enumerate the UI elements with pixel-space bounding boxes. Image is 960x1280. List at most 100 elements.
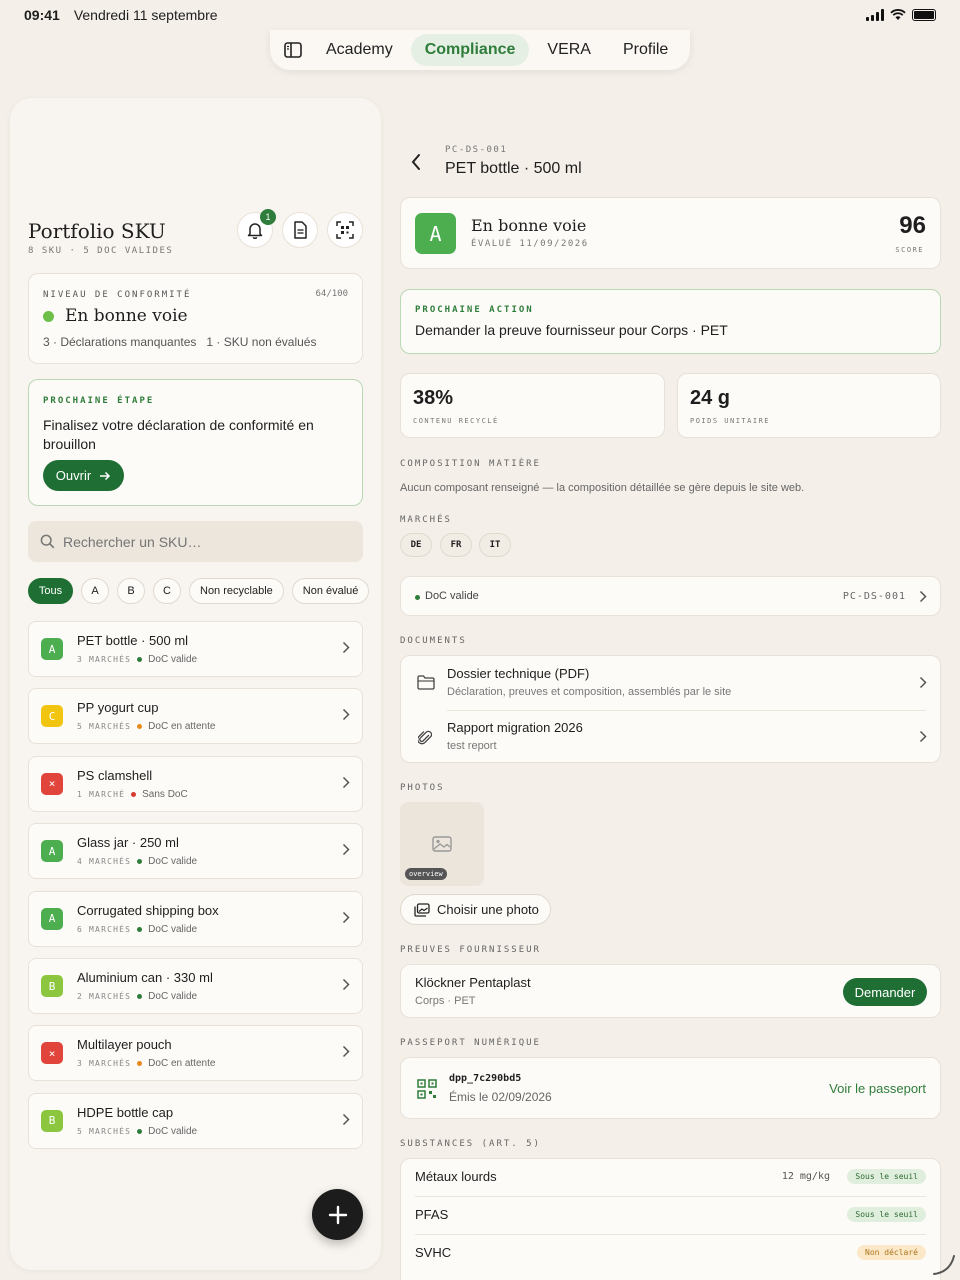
sku-doc-status: DoC valide xyxy=(148,923,198,935)
metric-weight-label: POIDS UNITAIRE xyxy=(690,417,771,425)
substance-row: SVHC Non déclaré xyxy=(401,1235,940,1273)
status-date: Vendredi 11 septembre xyxy=(73,7,218,23)
signal-icon xyxy=(866,9,884,21)
photo-thumbnail[interactable]: overview xyxy=(400,802,484,886)
grade-badge: B xyxy=(41,975,63,997)
tab-compliance[interactable]: Compliance xyxy=(410,34,530,66)
doc-status-row[interactable]: DoC valide PC-DS-001 xyxy=(400,576,941,616)
doc-status: DoC valide xyxy=(425,590,479,602)
composition-text: Aucun composant renseigné — la compositi… xyxy=(400,482,805,494)
sku-row[interactable]: × PS clamshell 1 MARCHÉ Sans DoC xyxy=(28,755,363,812)
sku-name: PP yogurt cup xyxy=(77,700,159,716)
documents-card: Dossier technique (PDF) Déclaration, pre… xyxy=(400,655,941,763)
sku-meta: 1 MARCHÉ Sans DoC xyxy=(77,789,188,800)
threshold-pill: Sous le seuil xyxy=(847,1169,926,1184)
choose-photo-button[interactable]: Choisir une photo xyxy=(400,894,551,925)
sku-row[interactable]: B HDPE bottle cap 5 MARCHÉS DoC valide xyxy=(28,1092,363,1149)
tab-academy[interactable]: Academy xyxy=(312,34,407,66)
market-chip: DE xyxy=(400,533,432,557)
status-bar: 09:41 Vendredi 11 septembre xyxy=(0,0,960,30)
back-chevron-icon[interactable] xyxy=(410,153,422,171)
sku-row[interactable]: × Multilayer pouch 3 MARCHÉS DoC en attente xyxy=(28,1025,363,1082)
metric-recycled-value: 38% xyxy=(413,387,454,409)
photos-icon xyxy=(414,902,430,917)
chevron-right-icon xyxy=(342,1113,350,1125)
compliance-stats: 3 · Déclarations manquantes 1 · SKU non … xyxy=(43,335,317,349)
status-dot xyxy=(131,791,137,797)
detail-state: En bonne voie xyxy=(471,216,587,235)
passport-issued: Émis le 02/09/2026 xyxy=(449,1090,552,1104)
sku-doc-status: DoC en attente xyxy=(148,1058,216,1070)
grade-badge: A xyxy=(41,638,63,660)
filter-non-evaluated[interactable]: Non évalué xyxy=(291,578,370,604)
document-row[interactable]: Dossier technique (PDF) Déclaration, pre… xyxy=(401,656,940,710)
sku-row[interactable]: A Corrugated shipping box 6 MARCHÉS DoC val… xyxy=(28,890,363,947)
status-dot xyxy=(137,1061,143,1067)
search-input[interactable] xyxy=(63,533,343,550)
grade-badge: × xyxy=(41,1042,63,1065)
filter-all[interactable]: Tous xyxy=(28,578,73,604)
sku-row[interactable]: C PP yogurt cup 5 MARCHÉS DoC en attente xyxy=(28,688,363,745)
detail-title: PET bottle · 500 ml xyxy=(445,160,582,177)
notifications-button[interactable]: 1 xyxy=(237,209,276,248)
substance-name: Métaux lourds xyxy=(415,1169,497,1184)
sku-meta: 6 MARCHÉS DoC valide xyxy=(77,924,197,935)
next-step-kicker: PROCHAINE ÉTAPE xyxy=(43,396,155,406)
chevron-right-icon xyxy=(342,978,350,991)
tab-vera[interactable]: VERA xyxy=(533,34,605,66)
resize-handle-icon[interactable] xyxy=(932,1252,956,1276)
sku-search[interactable] xyxy=(28,521,363,562)
market-chip: FR xyxy=(440,533,472,557)
bell-icon xyxy=(247,223,263,239)
sku-markets: 6 MARCHÉS xyxy=(77,924,132,934)
tab-profile[interactable]: Profile xyxy=(609,34,682,66)
sidebar-toggle-icon[interactable] xyxy=(284,36,302,64)
sku-name: Glass jar · 250 ml xyxy=(77,835,179,851)
sku-name: PS clamshell xyxy=(77,767,153,783)
chevron-right-icon xyxy=(342,911,350,923)
documents-button[interactable] xyxy=(282,212,318,248)
top-navigation: Academy Compliance VERA Profile xyxy=(270,30,690,70)
status-time: 09:41 xyxy=(24,7,60,23)
battery-icon xyxy=(912,9,936,21)
add-sku-button[interactable] xyxy=(312,1189,363,1240)
qr-scan-icon xyxy=(336,221,354,239)
grade-badge: A xyxy=(415,213,456,254)
passport-card: dpp_7c290bd5 Émis le 02/09/2026 Voir le … xyxy=(400,1057,941,1119)
sku-row[interactable]: B Aluminium can · 330 ml 2 MARCHÉS DoC vali… xyxy=(28,958,363,1014)
documents-label: DOCUMENTS xyxy=(400,636,467,646)
document-row[interactable]: Rapport migration 2026 test report xyxy=(401,710,940,764)
sku-doc-status: DoC valide xyxy=(148,856,198,868)
status-dot xyxy=(137,657,143,662)
request-button[interactable]: Demander xyxy=(843,978,927,1006)
view-passport-link[interactable]: Voir le passeport xyxy=(829,1081,926,1096)
sku-markets: 3 MARCHÉS xyxy=(77,1059,132,1069)
score-label: SCORE xyxy=(895,246,924,254)
chevron-right-icon xyxy=(342,1046,350,1058)
sku-row[interactable]: A Glass jar · 250 ml 4 MARCHÉS DoC valide xyxy=(28,823,363,880)
sku-markets: 3 MARCHÉS xyxy=(77,655,132,664)
sku-row[interactable]: A PET bottle · 500 ml 3 MARCHÉS DoC valide xyxy=(28,621,363,677)
chevron-right-icon xyxy=(342,709,350,721)
scan-button[interactable] xyxy=(327,212,363,248)
filter-non-recyclable[interactable]: Non recyclable xyxy=(189,578,284,604)
next-step-text: Finalisez votre déclaration de conformit… xyxy=(43,417,314,452)
sku-meta: 2 MARCHÉS DoC valide xyxy=(77,991,197,1002)
metric-weight-value: 24 g xyxy=(690,387,731,409)
substance-name: PFAS xyxy=(415,1207,449,1222)
filter-a[interactable]: A xyxy=(81,578,109,604)
detail-code: PC-DS-001 xyxy=(445,145,508,155)
filter-c[interactable]: C xyxy=(153,578,181,604)
open-button[interactable]: Ouvrir xyxy=(43,460,124,491)
status-dot xyxy=(137,1128,143,1134)
sku-markets: 5 MARCHÉS xyxy=(77,1126,132,1136)
market-chip: IT xyxy=(479,533,511,557)
sku-meta: 3 MARCHÉS DoC valide xyxy=(77,654,197,665)
compliance-kicker: NIVEAU DE CONFORMITÉ xyxy=(43,290,192,300)
next-action-card[interactable]: PROCHAINE ACTION Demander la preuve four… xyxy=(400,289,941,354)
status-dot xyxy=(137,926,143,932)
substance-row: PFAS Sous le seuil xyxy=(401,1197,940,1235)
search-icon xyxy=(40,534,55,549)
qr-code-icon xyxy=(417,1079,437,1099)
filter-b[interactable]: B xyxy=(117,578,145,604)
